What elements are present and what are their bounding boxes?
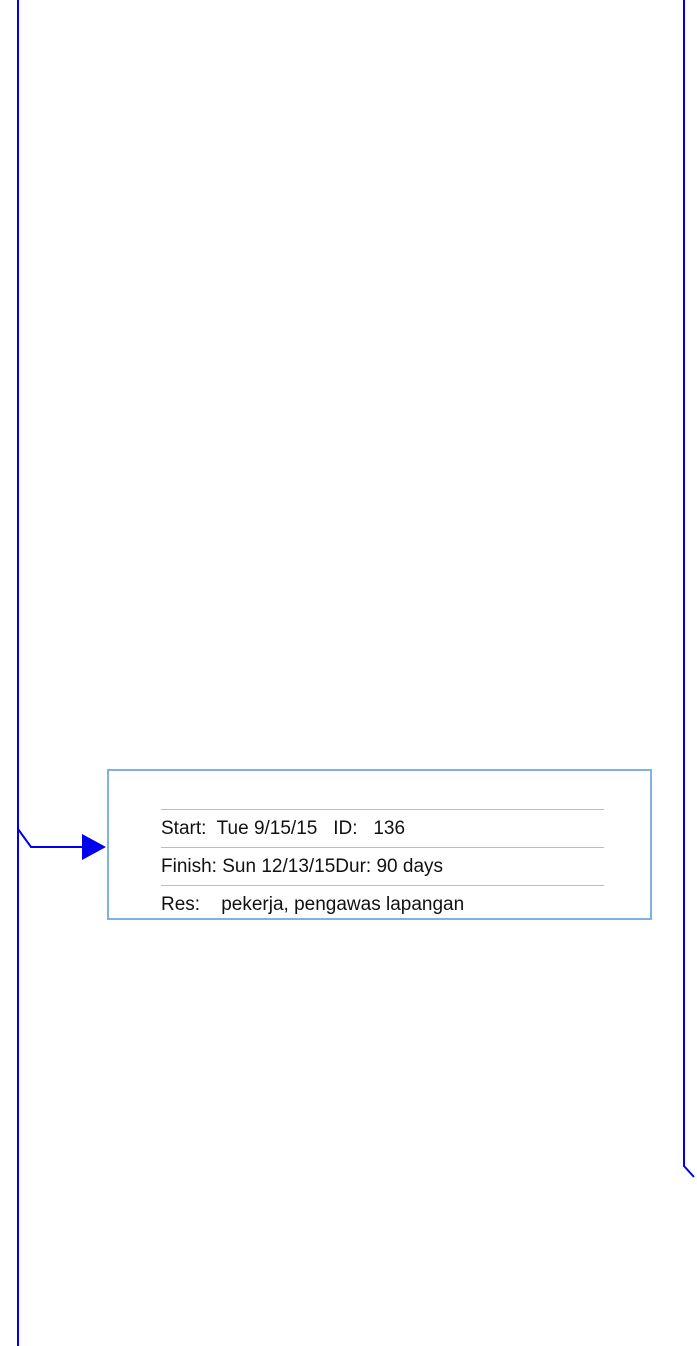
task-name-row: basement	[161, 772, 604, 810]
task-resources-row: Res: pekerja, pengawas lapangan	[161, 886, 604, 924]
predecessor-link-path	[17, 828, 82, 848]
connector-layer	[17, 0, 695, 1346]
start-label: Start:	[161, 818, 207, 839]
dur-value: 90 days	[376, 856, 444, 877]
id-value: 136	[373, 818, 406, 839]
link-arrowhead	[82, 834, 106, 860]
right-connector-line	[683, 0, 695, 1178]
res-value: pekerja, pengawas lapangan	[221, 894, 465, 915]
start-value: Tue 9/15/15	[216, 818, 318, 839]
network-diagram-canvas: basement Start: Tue 9/15/15 ID: 136 Fini…	[0, 0, 697, 1346]
res-label: Res:	[161, 894, 201, 915]
finish-value: Sun 12/13/15	[222, 856, 336, 877]
task-node-basement[interactable]: basement Start: Tue 9/15/15 ID: 136 Fini…	[107, 769, 652, 920]
id-label: ID:	[333, 818, 358, 839]
dur-label: Dur:	[335, 856, 372, 877]
finish-label: Finish:	[161, 856, 217, 877]
task-finish-row: Finish: Sun 12/13/15Dur: 90 days	[161, 848, 604, 886]
task-start-row: Start: Tue 9/15/15 ID: 136	[161, 810, 604, 848]
